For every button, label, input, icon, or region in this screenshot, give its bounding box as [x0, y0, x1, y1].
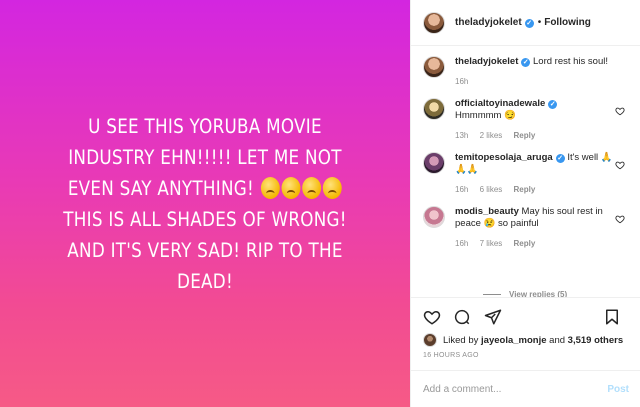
- comment-time[interactable]: 16h: [455, 77, 468, 86]
- comment-bubble-icon[interactable]: [453, 308, 471, 326]
- post-actions: [411, 297, 640, 337]
- post-image[interactable]: U SEE THIS YORUBA MOVIE INDUSTRY EHN!!!!…: [0, 0, 410, 407]
- post-header: theladyjokelet ✓ • Following: [411, 0, 640, 46]
- separator-dot: •: [537, 17, 542, 28]
- sad-emoji-icon: [322, 176, 342, 199]
- sad-emoji-icon: [260, 176, 280, 199]
- comment-item: modis_beauty May his soul rest in peace …: [423, 206, 629, 248]
- header-username-text[interactable]: theladyjokelet: [455, 17, 522, 28]
- comments-list[interactable]: theladyjokelet ✓ Lord rest his soul! 16h …: [411, 46, 640, 294]
- comment-text: Lord rest his soul!: [533, 56, 608, 67]
- caption-comment: theladyjokelet ✓ Lord rest his soul! 16h: [423, 56, 629, 86]
- comment-time[interactable]: 13h: [455, 131, 468, 140]
- comment-time[interactable]: 16h: [455, 185, 468, 194]
- verified-icon: ✓: [521, 58, 531, 67]
- liker-avatar[interactable]: [423, 333, 437, 347]
- header-username[interactable]: theladyjokelet ✓: [455, 17, 534, 28]
- comment-username[interactable]: temitopesolaja_aruga: [455, 152, 553, 163]
- sad-emoji-icon: [301, 176, 321, 199]
- comment-item: officialtoyinadewale ✓ Hmmmmm 😏 13h 2 lik…: [423, 98, 629, 140]
- comment-likes[interactable]: 7 likes: [480, 239, 503, 248]
- likes-summary: Liked by jayeola_monje and 3,519 others: [423, 333, 623, 347]
- comment-time[interactable]: 16h: [455, 239, 468, 248]
- avatar[interactable]: [423, 98, 445, 120]
- share-paper-plane-icon[interactable]: [484, 308, 502, 326]
- verified-icon: ✓: [548, 100, 558, 109]
- avatar[interactable]: [423, 152, 445, 174]
- reply-button[interactable]: Reply: [514, 185, 536, 194]
- comment-item: temitopesolaja_aruga ✓ It's well 🙏🙏🙏 16h …: [423, 152, 629, 194]
- verified-icon: ✓: [524, 19, 534, 28]
- comment-username[interactable]: modis_beauty: [455, 206, 519, 217]
- comment-composer: Post: [411, 370, 640, 407]
- following-button[interactable]: Following: [544, 17, 591, 28]
- avatar[interactable]: [423, 206, 445, 228]
- comment-likes[interactable]: 2 likes: [480, 131, 503, 140]
- verified-icon: ✓: [555, 154, 565, 163]
- like-comment-heart-icon[interactable]: [615, 106, 625, 116]
- like-heart-icon[interactable]: [423, 308, 441, 326]
- comment-username[interactable]: theladyjokelet: [455, 56, 518, 67]
- avatar[interactable]: [423, 11, 445, 34]
- avatar[interactable]: [423, 56, 445, 78]
- add-comment-input[interactable]: [423, 383, 608, 395]
- comment-username[interactable]: officialtoyinadewale: [455, 98, 545, 109]
- post-caption-image-text: U SEE THIS YORUBA MOVIE INDUSTRY EHN!!!!…: [50, 111, 360, 297]
- bookmark-icon[interactable]: [603, 308, 621, 326]
- post-text-part1: U SEE THIS YORUBA MOVIE INDUSTRY EHN!!!!…: [67, 114, 342, 200]
- likes-joiner: and: [549, 334, 566, 346]
- likes-prefix: Liked by: [443, 334, 479, 346]
- like-comment-heart-icon[interactable]: [615, 214, 625, 224]
- liker-username[interactable]: jayeola_monje: [481, 335, 546, 346]
- post-text-part2: THIS IS ALL SHADES OF WRONG! AND IT'S VE…: [63, 207, 347, 293]
- like-comment-heart-icon[interactable]: [615, 160, 625, 170]
- comment-text: Hmmmmm 😏: [455, 110, 516, 121]
- comment-likes[interactable]: 6 likes: [480, 185, 503, 194]
- likes-others-count[interactable]: 3,519 others: [568, 335, 623, 346]
- reply-button[interactable]: Reply: [514, 239, 536, 248]
- post-sidebar: theladyjokelet ✓ • Following theladyjokel…: [410, 0, 640, 407]
- reply-button[interactable]: Reply: [514, 131, 536, 140]
- post-comment-button[interactable]: Post: [607, 384, 629, 395]
- post-timestamp[interactable]: 16 HOURS AGO: [423, 352, 479, 359]
- sad-emoji-icon: [281, 176, 301, 199]
